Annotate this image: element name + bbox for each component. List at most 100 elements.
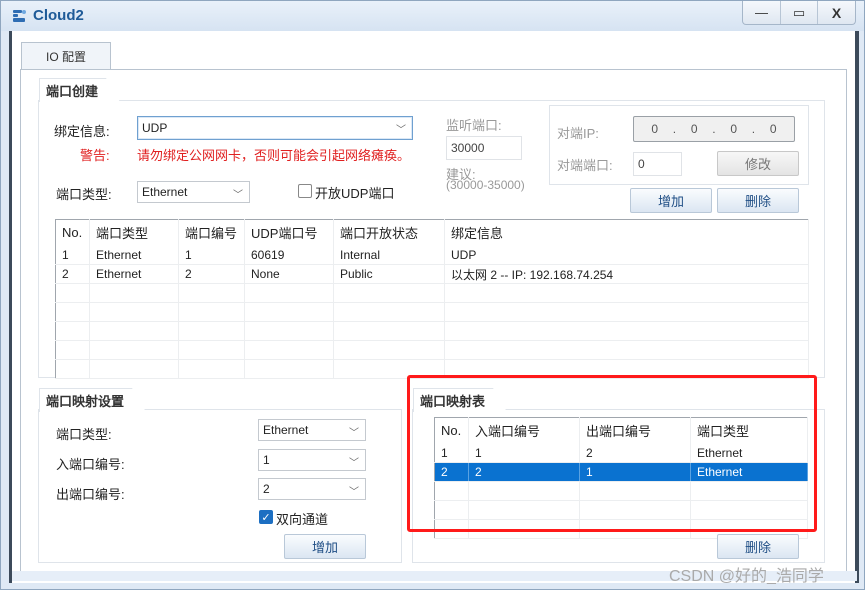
empty-cell	[178, 321, 245, 341]
table-cell: 1	[55, 245, 90, 265]
tab-io-config[interactable]: IO 配置	[21, 42, 111, 70]
maximize-icon: ▭	[792, 4, 806, 20]
title-bar[interactable]: Cloud2 — ▭ X	[1, 1, 864, 31]
port-delete-button[interactable]: 删除	[717, 188, 799, 213]
port-table: No. 端口类型 端口编号 UDP端口号 端口开放状态 绑定信息 1 Ethernet 1 60…	[55, 219, 809, 379]
port-type-value: Ethernet	[142, 185, 188, 199]
empty-cell	[444, 302, 809, 322]
bind-info-select[interactable]: UDP ﹀	[137, 116, 413, 140]
column-header[interactable]: 端口类型	[89, 219, 179, 246]
peer-ip-input[interactable]: 0. 0. 0. 0	[633, 116, 795, 142]
column-header[interactable]: 端口类型	[690, 417, 808, 444]
column-header[interactable]: 端口开放状态	[333, 219, 445, 246]
out-port-select[interactable]: 2 ﹀	[258, 478, 366, 500]
out-port-value: 2	[263, 482, 270, 496]
open-udp-checkbox[interactable]	[298, 184, 312, 198]
empty-cell	[89, 340, 179, 360]
empty-cell	[434, 519, 469, 539]
empty-cell	[55, 340, 90, 360]
bidirectional-checkbox[interactable]: ✓	[259, 510, 273, 524]
column-header[interactable]: No.	[55, 219, 90, 246]
column-header[interactable]: 端口编号	[178, 219, 245, 246]
table-cell: 2	[434, 462, 469, 482]
empty-cell	[690, 500, 808, 520]
peer-port-input[interactable]: 0	[633, 152, 682, 176]
minimize-icon: —	[755, 5, 768, 20]
empty-cell	[55, 321, 90, 341]
column-header[interactable]: 绑定信息	[444, 219, 809, 246]
empty-cell	[89, 283, 179, 303]
empty-cell	[468, 519, 580, 539]
empty-cell	[444, 321, 809, 341]
port-add-button[interactable]: 增加	[630, 188, 712, 213]
watermark: CSDN @好的_浩同学	[669, 568, 824, 585]
table-cell: Ethernet	[690, 443, 808, 463]
port-type-label: 端口类型:	[56, 187, 112, 202]
table-row[interactable]: 1 1 2 Ethernet	[434, 443, 808, 463]
peer-ip-label: 对端IP:	[557, 126, 599, 141]
close-button[interactable]: X	[817, 1, 855, 24]
table-cell: 2	[178, 264, 245, 284]
warning-label: 警告:	[80, 148, 110, 163]
column-header[interactable]: 出端口编号	[579, 417, 691, 444]
empty-cell	[89, 321, 179, 341]
empty-cell	[444, 340, 809, 360]
empty-cell	[55, 359, 90, 379]
tab-label: IO 配置	[45, 50, 86, 64]
empty-cell	[333, 340, 445, 360]
empty-row	[434, 500, 808, 520]
table-cell: Ethernet	[89, 245, 179, 265]
column-header[interactable]: No.	[434, 417, 469, 444]
table-row[interactable]: 1 Ethernet 1 60619 Internal UDP	[55, 245, 809, 265]
empty-cell	[333, 359, 445, 379]
minimize-button[interactable]: —	[743, 1, 780, 24]
table-cell: Ethernet	[89, 264, 179, 284]
empty-cell	[178, 359, 245, 379]
in-port-select[interactable]: 1 ﹀	[258, 449, 366, 471]
empty-row	[434, 481, 808, 501]
column-header[interactable]: UDP端口号	[244, 219, 334, 246]
empty-cell	[55, 302, 90, 322]
chevron-down-icon: ﹀	[396, 125, 406, 136]
table-cell: 1	[579, 462, 691, 482]
table-row[interactable]: 2 2 1 Ethernet	[434, 462, 808, 482]
empty-cell	[444, 283, 809, 303]
mapping-table-header: No. 入端口编号 出端口编号 端口类型	[434, 417, 808, 444]
empty-cell	[690, 481, 808, 501]
window-title: Cloud2	[33, 7, 84, 24]
empty-cell	[178, 302, 245, 322]
column-header[interactable]: 入端口编号	[468, 417, 580, 444]
table-cell: 以太网 2 -- IP: 192.168.74.254	[444, 264, 809, 284]
port-mapping-table: No. 入端口编号 出端口编号 端口类型 1 1 2 Ethernet 2 2 1 Ethernet	[434, 417, 808, 539]
table-cell: Ethernet	[690, 462, 808, 482]
mapping-delete-button[interactable]: 删除	[717, 534, 799, 559]
open-udp-label: 开放UDP端口	[315, 186, 395, 201]
listen-port-value: 30000	[451, 141, 485, 155]
empty-cell	[468, 500, 580, 520]
modify-button[interactable]: 修改	[717, 151, 799, 176]
empty-cell	[244, 340, 334, 360]
table-cell: 1	[468, 443, 580, 463]
map-port-type-select[interactable]: Ethernet ﹀	[258, 419, 366, 441]
empty-cell	[333, 283, 445, 303]
maximize-button[interactable]: ▭	[780, 1, 817, 24]
empty-cell	[579, 500, 691, 520]
table-row[interactable]: 2 Ethernet 2 None Public 以太网 2 -- IP: 192.168…	[55, 264, 809, 284]
port-type-select[interactable]: Ethernet ﹀	[137, 181, 250, 203]
cloud2-window: Cloud2 — ▭ X IO 配置 端口创建 绑定信息: UDP ﹀ 警告: …	[0, 0, 865, 590]
table-cell: Internal	[333, 245, 445, 265]
peer-port-label: 对端端口:	[557, 158, 613, 173]
empty-row	[55, 283, 809, 303]
table-cell: Public	[333, 264, 445, 284]
in-port-label: 入端口编号:	[56, 457, 125, 472]
empty-cell	[244, 302, 334, 322]
empty-cell	[444, 359, 809, 379]
port-mapping-settings-title: 端口映射设置	[39, 388, 146, 412]
empty-cell	[333, 302, 445, 322]
mapping-add-button[interactable]: 增加	[284, 534, 366, 559]
empty-cell	[244, 283, 334, 303]
listen-port-input[interactable]: 30000	[446, 136, 522, 160]
warning-text: 请勿绑定公网网卡，否则可能会引起网络瘫痪。	[137, 148, 411, 163]
bidirectional-label: 双向通道	[276, 512, 329, 527]
map-port-type-value: Ethernet	[263, 423, 309, 437]
